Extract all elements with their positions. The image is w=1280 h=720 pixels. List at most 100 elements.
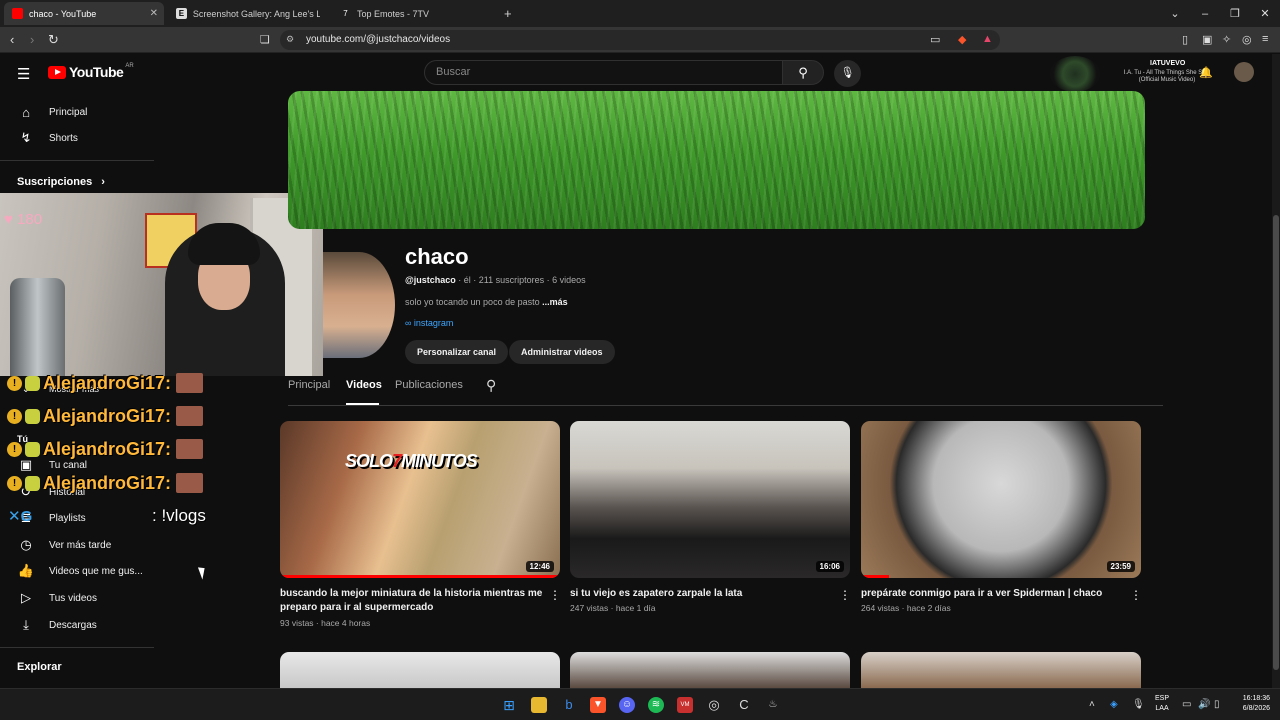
vpn-icon[interactable]: ◎ — [1242, 33, 1252, 46]
video-thumbnail[interactable]: 23:59 — [861, 421, 1141, 578]
video-thumbnail[interactable]: 16:06 — [570, 421, 850, 578]
download-icon: ⤓ — [23, 617, 29, 632]
video-thumbnail[interactable] — [861, 652, 1141, 688]
sidebar-item-principal[interactable]: ⌂ Principal — [0, 99, 155, 125]
more-options-icon[interactable]: ⋮ — [1130, 588, 1142, 602]
video-title[interactable]: si tu viejo es zapatero zarpale la lata — [570, 587, 835, 601]
album-art-icon — [1050, 56, 1100, 92]
windows-start-icon[interactable]: ⊞ — [501, 697, 517, 713]
tray-app-icon[interactable]: ◈ — [1110, 699, 1118, 710]
subscriptions-heading[interactable]: Suscripciones › — [17, 176, 105, 188]
channel-description-text: solo yo tocando un poco de pasto — [405, 297, 543, 307]
bookmark-icon[interactable]: ❏ — [260, 33, 270, 46]
window-controls: ⌄ – ❐ ✕ — [1160, 0, 1280, 27]
system-clock[interactable]: 16:18:36 6/8/2026 — [1232, 694, 1270, 714]
reload-icon[interactable]: ↻ — [48, 32, 59, 48]
tab-youtube[interactable]: chaco - YouTube ✕ — [4, 2, 164, 25]
account-avatar[interactable] — [1234, 62, 1254, 82]
obs-icon[interactable]: ◎ — [706, 697, 722, 713]
url-field[interactable]: youtube.com/@justchaco/videos — [280, 30, 1000, 50]
rewards-icon[interactable]: ▲ — [982, 33, 993, 45]
channel-link-instagram[interactable]: ∞ instagram — [405, 318, 453, 328]
tab-videos[interactable]: Videos — [346, 379, 382, 391]
channel-description[interactable]: solo yo tocando un poco de pasto ...más — [405, 297, 568, 307]
tab-list-icon[interactable]: ⌄ — [1160, 7, 1190, 20]
tab-screenshot-gallery[interactable]: E Screenshot Gallery: Ang Lee's Life Of — [168, 2, 328, 25]
discord-icon[interactable]: ☺ — [619, 697, 635, 713]
sidebar-divider — [0, 160, 154, 161]
video-thumbnail[interactable] — [280, 652, 560, 688]
shorts-icon: ↯ — [20, 130, 32, 145]
chat-message: ! AlejandroGi17: — [7, 438, 204, 460]
youtube-header: ☰ YouTube AR Buscar ⚲ 🎙 IATUVEVO I.A. Tu… — [0, 54, 1280, 92]
more-options-icon[interactable]: ⋮ — [549, 588, 561, 602]
sidebar-item-label: Descargas — [49, 619, 97, 631]
network-icon[interactable]: ▭ — [1182, 699, 1191, 710]
more-options-icon[interactable]: ⋮ — [839, 588, 851, 602]
search-button[interactable]: ⚲ — [782, 60, 824, 85]
video-title[interactable]: buscando la mejor miniatura de la histor… — [280, 587, 545, 615]
tab-title: Top Emotes - 7TV — [357, 8, 430, 19]
tab-7tv[interactable]: 7 Top Emotes - 7TV — [332, 2, 492, 25]
close-icon[interactable]: ✕ — [150, 8, 158, 19]
sidebar-item-label: Principal — [49, 106, 88, 118]
sidebar-item-shorts[interactable]: ↯ Shorts — [0, 125, 155, 151]
sidebar-item-ver-mas-tarde[interactable]: ◷ Ver más tarde — [0, 532, 155, 558]
channel-meta: @justchaco · él · 211 suscriptores · 6 v… — [405, 275, 586, 285]
video-duration: 12:46 — [525, 561, 554, 572]
bing-icon[interactable]: b — [561, 697, 577, 713]
thumbs-up-icon: 👍 — [17, 563, 35, 578]
file-explorer-icon[interactable] — [531, 697, 547, 713]
7tv-favicon-icon: 7 — [343, 9, 348, 18]
leo-icon[interactable]: ✧ — [1222, 33, 1231, 46]
scrollbar-thumb[interactable] — [1273, 215, 1279, 670]
forward-icon[interactable]: › — [30, 32, 34, 47]
cast-icon[interactable]: ▭ — [930, 33, 940, 46]
sidebar-item-descargas[interactable]: ⤓ Descargas — [0, 612, 155, 638]
channel-search-icon[interactable]: ⚲ — [486, 377, 496, 394]
video-thumbnail[interactable] — [570, 652, 850, 688]
tab-principal[interactable]: Principal — [288, 379, 330, 391]
spotify-icon[interactable]: ≋ — [648, 697, 664, 713]
manage-videos-button[interactable]: Administrar videos — [509, 340, 615, 364]
close-window-icon[interactable]: ✕ — [1250, 7, 1280, 20]
voicemeeter-icon[interactable]: VM — [677, 697, 693, 713]
new-tab-button[interactable]: + — [496, 2, 516, 25]
tab-publicaciones[interactable]: Publicaciones — [395, 379, 463, 391]
chevron-right-icon: › — [101, 176, 105, 188]
description-more-link[interactable]: ...más — [542, 297, 568, 307]
hamburger-menu-icon[interactable]: ☰ — [17, 65, 30, 83]
chat-username: AlejandroGi17: — [43, 438, 172, 459]
voice-search-button[interactable]: 🎙 — [834, 60, 861, 87]
chat-username: AlejandroGi17: — [43, 472, 172, 493]
app-c-icon[interactable]: C — [736, 697, 752, 713]
customize-channel-button[interactable]: Personalizar canal — [405, 340, 509, 364]
volume-icon[interactable]: 🔊 — [1198, 699, 1210, 710]
brave-browser-icon[interactable]: ▼ — [590, 697, 606, 713]
video-title[interactable]: prepárate conmigo para ir a ver Spiderma… — [861, 587, 1126, 601]
sidebar-toggle-icon[interactable]: ▯ — [1182, 33, 1188, 46]
chat-emoji-icon — [25, 441, 40, 457]
now-playing-widget[interactable]: IATUVEVO I.A. Tu - All The Things She Sa… — [1050, 56, 1210, 92]
site-info-icon[interactable]: ⚙ — [286, 34, 294, 45]
back-icon[interactable]: ‹ — [10, 32, 14, 47]
wallet-icon[interactable]: ▣ — [1202, 33, 1212, 46]
minimize-icon[interactable]: – — [1190, 8, 1220, 20]
sidebar-item-liked-videos[interactable]: 👍 Videos que me gus... — [0, 558, 155, 584]
channel-banner — [288, 91, 1145, 229]
search-input[interactable]: Buscar — [424, 60, 784, 85]
input-language[interactable]: ESP LAA — [1155, 694, 1169, 714]
notifications-bell-icon[interactable]: 🔔 — [1199, 66, 1213, 79]
browser-menu-icon[interactable]: ≡ — [1262, 33, 1268, 45]
steam-icon[interactable]: ♨ — [765, 697, 781, 713]
channel-avatar[interactable] — [323, 252, 395, 358]
tray-mic-icon[interactable]: 🎙 — [1132, 699, 1145, 710]
video-meta: 93 vistas · hace 4 horas — [280, 618, 371, 628]
youtube-logo[interactable]: YouTube AR — [48, 63, 134, 80]
maximize-icon[interactable]: ❐ — [1220, 7, 1250, 20]
sidebar-item-tus-videos[interactable]: ▷ Tus videos — [0, 585, 155, 611]
tray-expand-icon[interactable]: ˄ — [1089, 699, 1095, 710]
video-thumbnail[interactable]: SOLO7MINUTOS 12:46 — [280, 421, 560, 578]
brave-shield-icon[interactable]: ◆ — [958, 33, 966, 46]
battery-icon[interactable]: ▯ — [1214, 699, 1220, 710]
